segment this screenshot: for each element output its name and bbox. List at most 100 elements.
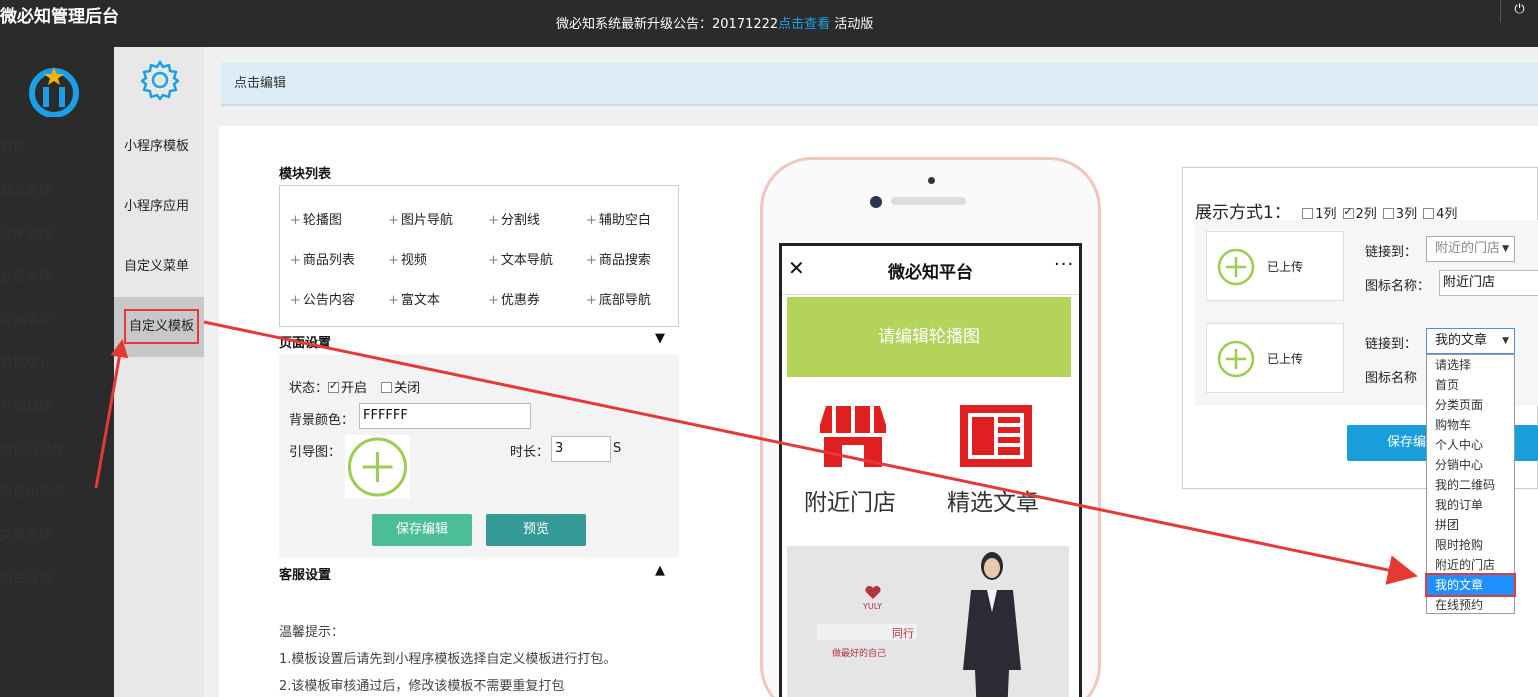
sidebar-item[interactable]: 分销管理: [0, 395, 52, 414]
dropdown-option[interactable]: 附近的门店: [1427, 555, 1514, 575]
sidebar-item[interactable]: 商品管理: [0, 180, 52, 199]
sidebar-item-label: 首页: [0, 141, 27, 156]
module-item[interactable]: + 商品搜索: [586, 249, 651, 268]
duration-unit: S: [613, 441, 622, 456]
module-item-label: 优惠券: [500, 293, 540, 308]
sidebar-item-label: 数据统计: [0, 356, 53, 371]
status-label: 状态：: [289, 381, 329, 396]
bg-color-label: 背景颜色：: [289, 413, 355, 428]
phone-speaker: [891, 197, 966, 205]
save-edit-button[interactable]: 保存编辑: [372, 514, 472, 546]
dropdown-option[interactable]: 限时抢购: [1427, 535, 1514, 555]
sidebar-item[interactable]: 微信公众号: [0, 438, 65, 457]
module-item[interactable]: + 底部导航: [586, 289, 651, 308]
gear-icon: [140, 60, 180, 101]
chevron-down-icon: ▼: [1502, 244, 1509, 254]
expand-icon[interactable]: ▲: [655, 563, 665, 578]
dropdown-option[interactable]: 在线预约: [1427, 595, 1514, 615]
dropdown-option[interactable]: 我的订单: [1427, 495, 1514, 515]
notice-link[interactable]: 点击查看: [778, 17, 830, 32]
module-item-label: 分割线: [500, 213, 540, 228]
module-item[interactable]: + 辅助空白: [586, 209, 651, 228]
sidebar-item[interactable]: 会员管理: [0, 266, 52, 285]
duration-input[interactable]: 3: [551, 436, 611, 462]
sidebar-item[interactable]: 文章管理: [0, 524, 52, 543]
module-item[interactable]: + 富文本: [388, 289, 440, 308]
module-item[interactable]: + 文本导航: [488, 249, 553, 268]
dropdown-option[interactable]: 拼团: [1427, 515, 1514, 535]
link-select-2[interactable]: 我的文章 ▼: [1426, 328, 1515, 354]
more-icon[interactable]: ···: [1054, 254, 1074, 275]
column-checkbox[interactable]: [1342, 205, 1354, 219]
nav-label-article: 精选文章: [947, 490, 1039, 516]
article-icon: [960, 405, 1032, 467]
sidebar-item[interactable]: 数据统计: [0, 352, 52, 371]
tips-line-1: 1.模板设置后请先到小程序模板选择自定义模板进行打包。: [279, 652, 617, 667]
power-icon[interactable]: ⏻: [1500, 0, 1538, 22]
dropdown-option[interactable]: 首页: [1427, 375, 1514, 395]
tips-title: 温馨提示：: [279, 625, 345, 640]
plus-icon: +: [388, 213, 399, 228]
upload-box-1[interactable]: 已上传: [1206, 231, 1344, 301]
module-item-label: 辅助空白: [598, 213, 651, 228]
dropdown-option[interactable]: 分类页面: [1427, 395, 1514, 415]
sidebar-item-label: 微信公众号: [0, 442, 66, 457]
sub-sidebar-item[interactable]: 小程序模板: [114, 117, 204, 177]
plus-icon: +: [488, 253, 499, 268]
brand-logo: [29, 67, 79, 117]
link-select-1-value: 附近的门店: [1435, 241, 1501, 256]
sub-sidebar-item[interactable]: 小程序应用: [114, 177, 204, 237]
module-item[interactable]: + 优惠券: [488, 289, 540, 308]
dropdown-option[interactable]: 分销中心: [1427, 455, 1514, 475]
sidebar-item[interactable]: 后台设置: [0, 567, 52, 586]
module-item[interactable]: + 分割线: [488, 209, 540, 228]
phone-screen: ✕ 微必知平台 ··· 请编辑轮播图 附近门店 精选文章 YULY 同行 做最好…: [779, 243, 1082, 697]
module-item[interactable]: + 商品列表: [290, 249, 355, 268]
sidebar-item[interactable]: 促销活动: [0, 309, 52, 328]
dropdown-option[interactable]: 我的二维码: [1427, 475, 1514, 495]
sub-sidebar-item[interactable]: 自定义模板: [114, 297, 204, 357]
link-select-1[interactable]: 附近的门店 ▼: [1426, 236, 1515, 262]
module-item-label: 底部导航: [598, 293, 651, 308]
upload-box-2[interactable]: 已上传: [1206, 323, 1344, 393]
dropdown-option[interactable]: 个人中心: [1427, 435, 1514, 455]
link-dropdown-list: 请选择 首页 分类页面 购物车 个人中心 分销中心 我的二维码 我的订单 拼团 限时抢购 附近的门店…: [1425, 354, 1516, 615]
open-checkbox[interactable]: [328, 379, 340, 393]
edit-banner[interactable]: 点击编辑: [221, 62, 1538, 106]
module-item[interactable]: + 公告内容: [290, 289, 355, 308]
app-title: 微必知管理后台: [0, 7, 119, 27]
module-item[interactable]: + 轮播图: [290, 209, 342, 228]
sub-sidebar-item-label: 小程序应用: [124, 199, 190, 214]
phone-sensor: [928, 177, 935, 184]
dropdown-option[interactable]: 购物车: [1427, 415, 1514, 435]
preview-button[interactable]: 预览: [486, 514, 586, 546]
collapse-icon[interactable]: ▼: [655, 331, 665, 346]
bg-color-input[interactable]: FFFFFF: [359, 403, 531, 429]
column-checkbox[interactable]: [1423, 208, 1435, 219]
nav-label-store: 附近门店: [804, 490, 896, 516]
close-checkbox[interactable]: [381, 382, 393, 393]
sidebar-item[interactable]: 首页: [0, 137, 26, 156]
module-item-label: 公告内容: [302, 293, 355, 308]
guide-image-add-icon[interactable]: [345, 435, 410, 499]
module-item-label: 轮播图: [302, 213, 342, 228]
icon-name-input-1[interactable]: 附近门店: [1439, 270, 1538, 296]
column-checkbox[interactable]: [1382, 208, 1394, 219]
model-figure: [963, 552, 1021, 697]
module-item-label: 商品列表: [302, 253, 355, 268]
module-item[interactable]: + 图片导航: [388, 209, 453, 228]
dropdown-option[interactable]: 我的文章: [1425, 573, 1516, 597]
sidebar-item[interactable]: 微信小程序: [0, 481, 65, 500]
column-checkbox[interactable]: [1302, 208, 1314, 219]
carousel-placeholder[interactable]: 请编辑轮播图: [787, 297, 1071, 377]
sub-sidebar-item[interactable]: 自定义菜单: [114, 237, 204, 297]
duration-label: 时长：: [510, 445, 550, 460]
sub-sidebar-item-label: 自定义菜单: [124, 259, 190, 274]
dropdown-option[interactable]: 请选择: [1427, 355, 1514, 375]
plus-icon: +: [290, 253, 301, 268]
plus-icon: +: [586, 293, 597, 308]
module-item[interactable]: + 视频: [388, 249, 427, 268]
module-item-label: 文本导航: [500, 253, 553, 268]
photo-text-2: 做最好的自己: [832, 649, 887, 659]
sidebar-item[interactable]: 订单管理: [0, 223, 52, 242]
